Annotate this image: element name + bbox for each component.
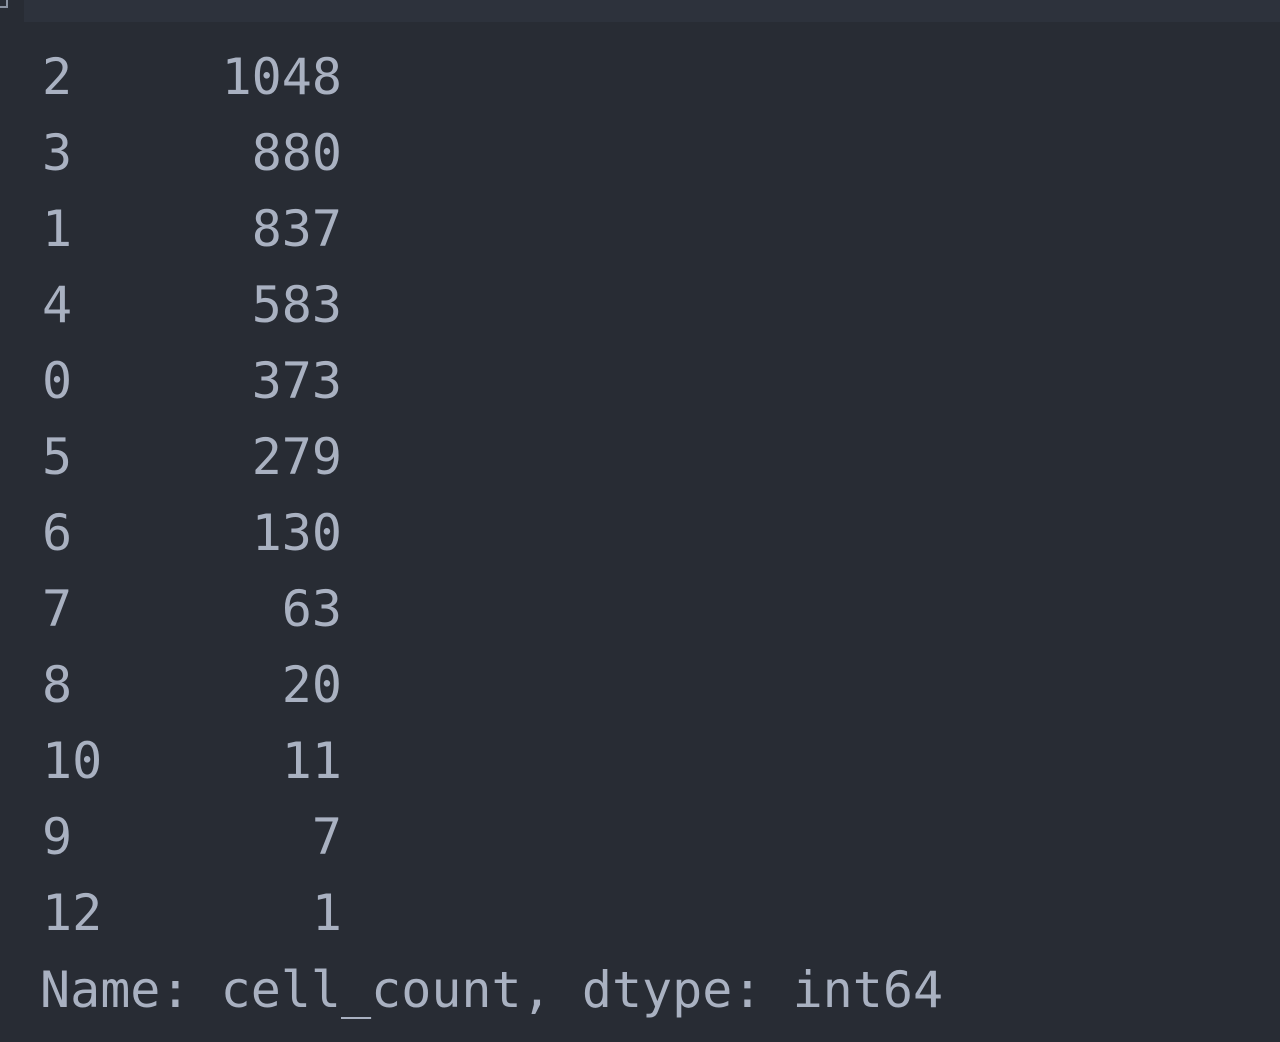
row-index: 5 [42, 428, 73, 486]
row-index: 8 [42, 656, 73, 714]
row-value: 7 [311, 808, 342, 866]
row-index: 7 [42, 580, 73, 638]
row-value: 279 [251, 428, 342, 486]
cell-bracket-icon [0, 0, 8, 8]
row-index: 2 [42, 48, 73, 106]
row-value: 880 [251, 124, 342, 182]
row-index: 9 [42, 808, 73, 866]
row-value: 583 [251, 276, 342, 334]
row-index: 4 [42, 276, 73, 334]
series-row: 3 880 [42, 115, 342, 191]
row-index: 12 [42, 884, 103, 942]
series-row: 0 373 [42, 343, 342, 419]
row-index: 10 [42, 732, 103, 790]
series-footer: Name: cell_count, dtype: int64 [40, 961, 944, 1019]
previous-cell-bar [24, 0, 1280, 22]
row-index: 0 [42, 352, 73, 410]
row-index: 1 [42, 200, 73, 258]
row-index: 3 [42, 124, 73, 182]
series-output: 2 1048 3 880 1 837 4 583 0 373 5 279 6 130 7 63 8 20 10 11 9… [42, 39, 342, 951]
series-row: 2 1048 [42, 39, 342, 115]
series-row: 10 11 [42, 723, 342, 799]
series-row: 8 20 [42, 647, 342, 723]
row-value: 20 [281, 656, 342, 714]
series-row: 1 837 [42, 191, 342, 267]
row-value: 63 [281, 580, 342, 638]
row-index: 6 [42, 504, 73, 562]
row-value: 1048 [221, 48, 342, 106]
series-row: 12 1 [42, 875, 342, 951]
series-row: 97 [42, 799, 342, 875]
series-row: 7 63 [42, 571, 342, 647]
row-value: 373 [251, 352, 342, 410]
series-row: 4 583 [42, 267, 342, 343]
row-value: 130 [251, 504, 342, 562]
row-value: 1 [311, 884, 342, 942]
row-value: 837 [251, 200, 342, 258]
row-value: 11 [281, 732, 342, 790]
series-row: 5 279 [42, 419, 342, 495]
series-row: 6 130 [42, 495, 342, 571]
